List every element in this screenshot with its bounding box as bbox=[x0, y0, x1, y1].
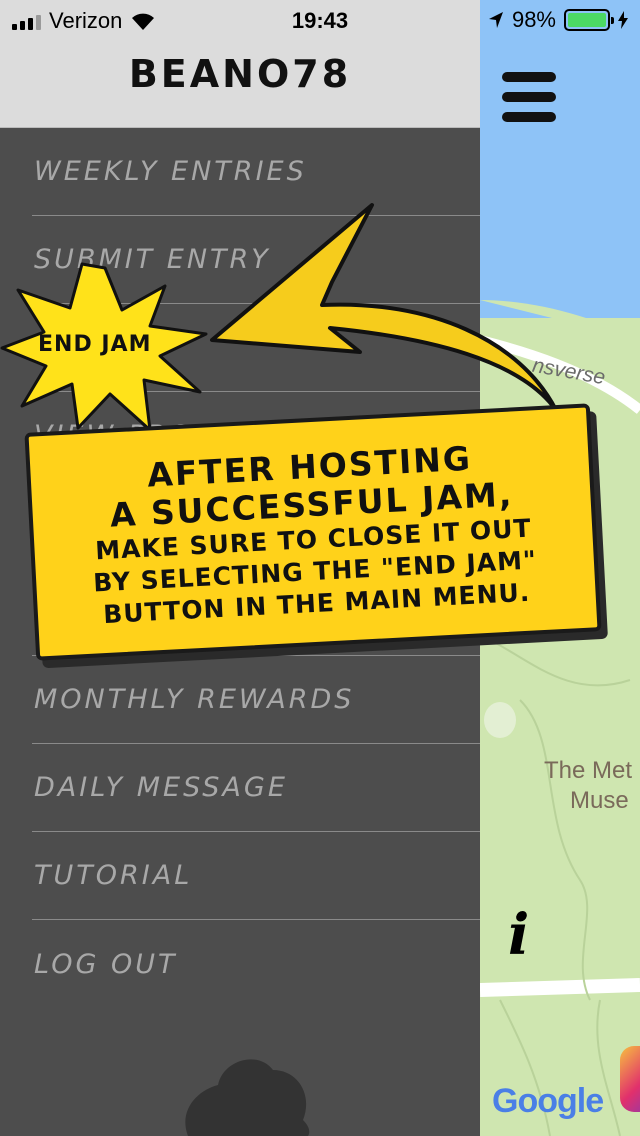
menu-item-monthly-rewards[interactable]: Monthly Rewards bbox=[32, 656, 480, 744]
menu-item-daily-message[interactable]: Daily Message bbox=[32, 744, 480, 832]
side-drawer: BEANO78 Weekly Entries Submit Entry End … bbox=[0, 0, 480, 1136]
hamburger-menu-icon[interactable] bbox=[502, 72, 556, 122]
main-menu: Weekly Entries Submit Entry End Jam View… bbox=[32, 128, 480, 1008]
menu-item-tutorial[interactable]: Tutorial bbox=[32, 832, 480, 920]
poi-label-line1: The Met bbox=[544, 757, 633, 784]
location-arrow-icon bbox=[488, 12, 503, 28]
info-icon[interactable]: i bbox=[508, 902, 529, 968]
poi-label-line2: Muse bbox=[570, 787, 629, 814]
google-attribution: Google bbox=[492, 1082, 604, 1121]
instagram-icon[interactable] bbox=[620, 1046, 640, 1112]
status-bar: Verizon 19:43 98% bbox=[0, 0, 640, 40]
menu-item-end-jam[interactable]: End Jam bbox=[32, 304, 480, 392]
menu-item-log-out[interactable]: Log Out bbox=[32, 920, 480, 1008]
map-roads bbox=[480, 300, 640, 1136]
menu-item-hidden-2[interactable] bbox=[32, 568, 480, 656]
charging-bolt-icon bbox=[618, 11, 628, 29]
map-view[interactable]: nsverse The Met Muse i Google bbox=[480, 0, 640, 1136]
menu-item-weekly-entries[interactable]: Weekly Entries bbox=[32, 128, 480, 216]
menu-item-submit-entry[interactable]: Submit Entry bbox=[32, 216, 480, 304]
menu-item-view-profile[interactable]: View Profile bbox=[32, 392, 480, 480]
menu-item-hidden-1[interactable] bbox=[32, 480, 480, 568]
battery-icon bbox=[564, 9, 614, 31]
google-logo-text: Google bbox=[492, 1082, 604, 1120]
battery-percent: 98% bbox=[511, 7, 556, 32]
username: BEANO78 bbox=[128, 52, 352, 96]
status-right: 98% bbox=[488, 7, 628, 33]
poi-label: The Met Muse bbox=[544, 756, 632, 816]
tree-silhouette bbox=[185, 1059, 310, 1136]
